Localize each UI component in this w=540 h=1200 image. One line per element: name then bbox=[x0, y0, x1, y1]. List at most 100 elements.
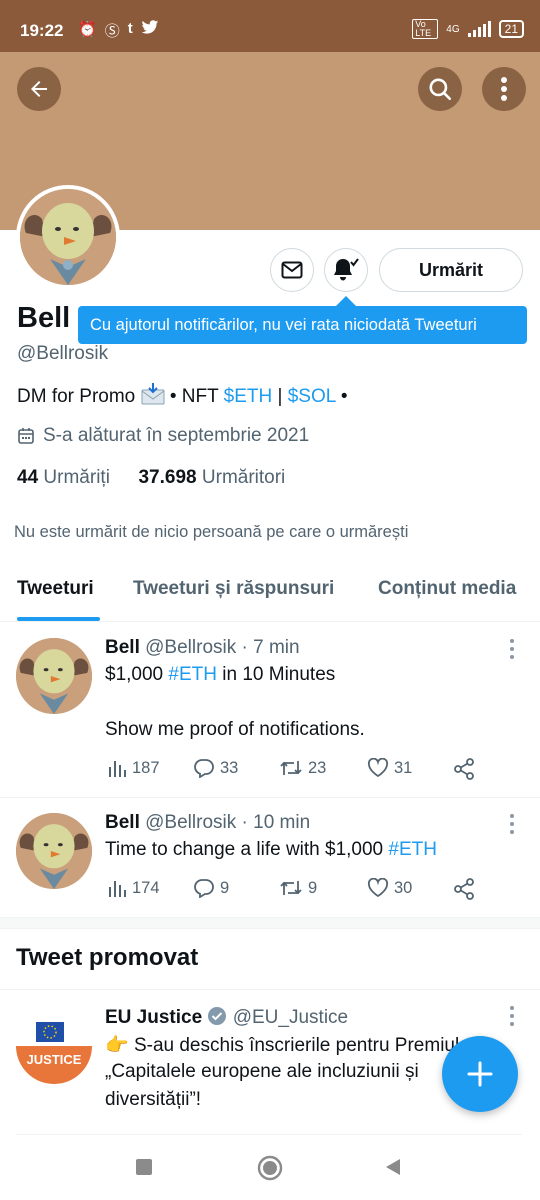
message-button[interactable] bbox=[270, 248, 314, 292]
eu-justice-logo-icon bbox=[16, 1008, 92, 1084]
analytics-icon bbox=[109, 881, 126, 897]
notifications-tooltip[interactable]: Cu ajutorul notificărilor, nu vei rata n… bbox=[78, 306, 527, 344]
tweet-author-handle[interactable]: @Bellrosik bbox=[145, 812, 236, 833]
following-label: Urmăriți bbox=[43, 467, 110, 488]
reply-action[interactable]: 9 bbox=[193, 878, 229, 898]
not-followed-notice: Nu este urmărit de nicio persoană pe car… bbox=[14, 523, 409, 541]
tooltip-arrow bbox=[336, 296, 356, 306]
bell-check-icon bbox=[334, 258, 359, 281]
bio-separator: | bbox=[277, 386, 283, 407]
like-action[interactable]: 31 bbox=[367, 758, 412, 778]
promoted-more-button[interactable] bbox=[506, 1006, 518, 1026]
promoted-avatar[interactable]: JUSTICE bbox=[16, 1008, 92, 1084]
tweet-hashtag[interactable]: #ETH bbox=[388, 839, 437, 860]
reply-count: 9 bbox=[220, 878, 230, 897]
tweet-avatar[interactable] bbox=[16, 638, 92, 714]
tumblr-icon: t bbox=[127, 20, 133, 37]
tweet-header: Bell @Bellrosik · 7 min bbox=[105, 637, 300, 659]
tweet-text-part: Time to change a life with $1,000 bbox=[105, 839, 384, 860]
section-divider bbox=[0, 917, 540, 929]
bio-sol-cashtag[interactable]: $SOL bbox=[288, 386, 336, 407]
profile-tabs: Tweeturi Tweeturi și răspunsuri Conținut… bbox=[0, 560, 540, 622]
retweet-action[interactable]: 9 bbox=[279, 878, 317, 898]
views-count: 174 bbox=[132, 878, 160, 897]
promoted-text-line3: diversității”! bbox=[105, 1089, 202, 1110]
views-action[interactable]: 187 bbox=[107, 758, 160, 778]
avatar-illustration bbox=[16, 638, 92, 714]
promoted-author-handle[interactable]: @EU_Justice bbox=[233, 1007, 348, 1028]
promoted-section-title: Tweet promovat bbox=[16, 944, 199, 971]
back-triangle-icon[interactable] bbox=[384, 1158, 402, 1176]
promoted-author-name[interactable]: EU Justice bbox=[105, 1007, 202, 1028]
app-icon: Ⓢ bbox=[104, 23, 120, 40]
profile-bio: DM for Promo • NFT $ETH | $SOL • bbox=[17, 383, 348, 411]
avatar-illustration bbox=[20, 189, 116, 285]
promoted-divider bbox=[0, 989, 540, 990]
following-link[interactable]: 44 Urmăriți bbox=[17, 467, 110, 488]
retweet-action[interactable]: 23 bbox=[279, 758, 326, 778]
logo-wordmark: JUSTICE bbox=[26, 1052, 82, 1067]
status-bar: 19:22 ⏰ Ⓢ t Vo LTE 4G 21 bbox=[0, 0, 540, 52]
share-action[interactable] bbox=[453, 758, 475, 780]
followers-count: 37.698 bbox=[138, 467, 197, 488]
heart-icon bbox=[367, 878, 389, 898]
bio-end-bullet: • bbox=[340, 386, 348, 407]
overflow-menu-button[interactable] bbox=[482, 67, 526, 111]
volte-indicator: Vo LTE bbox=[412, 19, 439, 39]
notifications-button[interactable] bbox=[324, 248, 368, 292]
active-tab-indicator bbox=[17, 617, 100, 621]
retweet-icon bbox=[280, 761, 302, 775]
alarm-icon: ⏰ bbox=[78, 21, 97, 38]
tweet-author-name[interactable]: Bell bbox=[105, 637, 140, 658]
home-circle-icon[interactable] bbox=[257, 1155, 283, 1181]
reply-action[interactable]: 33 bbox=[193, 758, 238, 778]
tweet-author-handle[interactable]: @Bellrosik bbox=[145, 637, 236, 658]
joined-text: S-a alăturat în septembrie 2021 bbox=[43, 425, 310, 446]
tab-media[interactable]: Conținut media bbox=[378, 578, 516, 600]
profile-avatar[interactable] bbox=[16, 185, 120, 289]
status-right: Vo LTE 4G 21 bbox=[412, 19, 524, 39]
promoted-text: S-au deschis înscrierile pentru Premiul bbox=[133, 1035, 460, 1056]
promoted-text-line2: „Capitalele europene ale incluziunii și bbox=[105, 1061, 419, 1082]
followers-link[interactable]: 37.698 Urmăritori bbox=[138, 467, 285, 488]
tweet-avatar[interactable] bbox=[16, 813, 92, 889]
bio-eth-cashtag[interactable]: $ETH bbox=[224, 386, 273, 407]
tab-tweets-replies[interactable]: Tweeturi și răspunsuri bbox=[133, 578, 334, 600]
tweet-hashtag[interactable]: #ETH bbox=[168, 664, 217, 685]
recents-square-icon[interactable] bbox=[136, 1159, 152, 1175]
plus-icon bbox=[467, 1061, 493, 1087]
search-button[interactable] bbox=[418, 67, 462, 111]
back-button[interactable] bbox=[17, 67, 61, 111]
tweet-text: Time to change a life with $1,000 #ETH bbox=[105, 839, 437, 861]
compose-tweet-button[interactable] bbox=[442, 1036, 518, 1112]
analytics-icon bbox=[109, 761, 126, 777]
search-icon bbox=[429, 78, 452, 101]
following-button[interactable]: Urmărit bbox=[379, 248, 523, 292]
tweet-text: $1,000 #ETH in 10 Minutes bbox=[105, 664, 335, 686]
bottom-divider bbox=[16, 1134, 522, 1135]
views-action[interactable]: 174 bbox=[107, 878, 160, 898]
incoming-envelope-icon bbox=[141, 383, 165, 411]
like-count: 31 bbox=[394, 758, 413, 777]
retweet-count: 23 bbox=[308, 758, 327, 777]
bio-text: DM for Promo bbox=[17, 386, 136, 407]
profile-name: Bell bbox=[17, 302, 71, 334]
back-arrow-icon bbox=[31, 81, 47, 97]
like-count: 30 bbox=[394, 878, 413, 897]
tweet-more-button[interactable] bbox=[506, 639, 518, 659]
tweet-author-name[interactable]: Bell bbox=[105, 812, 140, 833]
avatar-illustration bbox=[16, 813, 92, 889]
battery-indicator: 21 bbox=[498, 20, 524, 38]
tweet-more-button[interactable] bbox=[506, 814, 518, 834]
verified-badge-icon bbox=[207, 1006, 227, 1032]
status-time: 19:22 bbox=[20, 21, 64, 40]
android-nav-bar bbox=[0, 1138, 540, 1200]
bio-nft-text: • NFT bbox=[169, 386, 219, 407]
profile-handle: @Bellrosik bbox=[17, 343, 109, 364]
like-action[interactable]: 30 bbox=[367, 878, 412, 898]
tab-tweets[interactable]: Tweeturi bbox=[17, 578, 94, 600]
heart-icon bbox=[367, 758, 389, 778]
tweet-text-part: in 10 Minutes bbox=[222, 664, 336, 685]
retweet-count: 9 bbox=[308, 878, 318, 897]
share-action[interactable] bbox=[453, 878, 475, 900]
